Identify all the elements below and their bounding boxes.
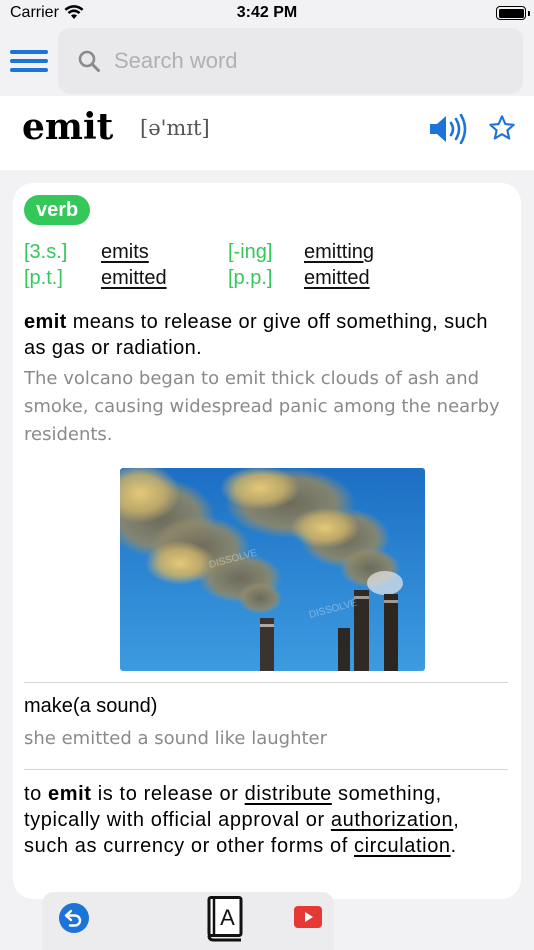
divider bbox=[24, 682, 508, 683]
headword: emit bbox=[22, 106, 114, 148]
definition-3-text: . bbox=[450, 835, 457, 857]
back-icon[interactable] bbox=[58, 902, 90, 934]
video-play-icon[interactable] bbox=[294, 906, 322, 928]
form-tag-ing: [-ing] bbox=[228, 241, 273, 263]
status-bar: Carrier 3:42 PM bbox=[0, 0, 534, 28]
link-circulation[interactable]: circulation bbox=[354, 835, 451, 857]
book-letter: A bbox=[220, 905, 235, 930]
bottom-toolbar: A bbox=[42, 892, 334, 950]
battery-icon bbox=[496, 6, 530, 20]
form-tag-3s: [3.s.] bbox=[24, 241, 68, 263]
form-tag-pt: [p.t.] bbox=[24, 267, 63, 289]
speaker-icon[interactable] bbox=[428, 113, 470, 145]
definition-card: verb [3.s.] emits [-ing] emitting [p.t.]… bbox=[13, 183, 521, 899]
star-icon[interactable] bbox=[488, 114, 516, 142]
form-link-emits[interactable]: emits bbox=[101, 241, 149, 264]
word-form-row: [3.s.] emits [-ing] emitting bbox=[24, 241, 504, 267]
link-authorization[interactable]: authorization bbox=[331, 809, 453, 831]
search-icon bbox=[78, 50, 100, 77]
clock: 3:42 PM bbox=[236, 4, 298, 21]
definition-3: to emit is to release or distribute some… bbox=[24, 781, 509, 859]
form-link-emitting[interactable]: emitting bbox=[304, 241, 374, 264]
definition-3-headword: emit bbox=[48, 783, 92, 805]
phonetic: [ə'mɪt] bbox=[140, 116, 210, 140]
example-1: The volcano began to emit thick clouds o… bbox=[24, 368, 500, 445]
search-bar[interactable] bbox=[58, 28, 523, 94]
search-input[interactable] bbox=[114, 46, 494, 76]
form-link-emitted-pt[interactable]: emitted bbox=[101, 267, 167, 290]
definition-1: emit means to release or give off someth… bbox=[24, 309, 504, 361]
divider bbox=[24, 769, 508, 770]
link-distribute[interactable]: distribute bbox=[245, 783, 332, 805]
word-forms: [3.s.] emits [-ing] emitting [p.t.] emit… bbox=[24, 241, 504, 293]
definition-3-text: to bbox=[24, 783, 49, 805]
form-tag-pp: [p.p.] bbox=[228, 267, 273, 289]
definition-3-text: is to release or bbox=[91, 783, 245, 805]
illustration-image: DISSOLVE DISSOLVE bbox=[120, 468, 425, 671]
form-link-emitted-pp[interactable]: emitted bbox=[304, 267, 370, 290]
definition-1-text: means to release or give off something, … bbox=[24, 311, 488, 359]
part-of-speech-badge: verb bbox=[24, 195, 91, 225]
definition-2: make(a sound) bbox=[24, 695, 158, 717]
example-2: she emitted a sound like laughter bbox=[24, 728, 328, 749]
definition-1-headword: emit bbox=[24, 311, 67, 333]
headword-bar: emit [ə'mɪt] bbox=[0, 96, 534, 170]
word-form-row: [p.t.] emitted [p.p.] emitted bbox=[24, 267, 504, 293]
menu-icon[interactable] bbox=[10, 50, 48, 72]
dictionary-book-icon[interactable]: A bbox=[206, 896, 244, 942]
